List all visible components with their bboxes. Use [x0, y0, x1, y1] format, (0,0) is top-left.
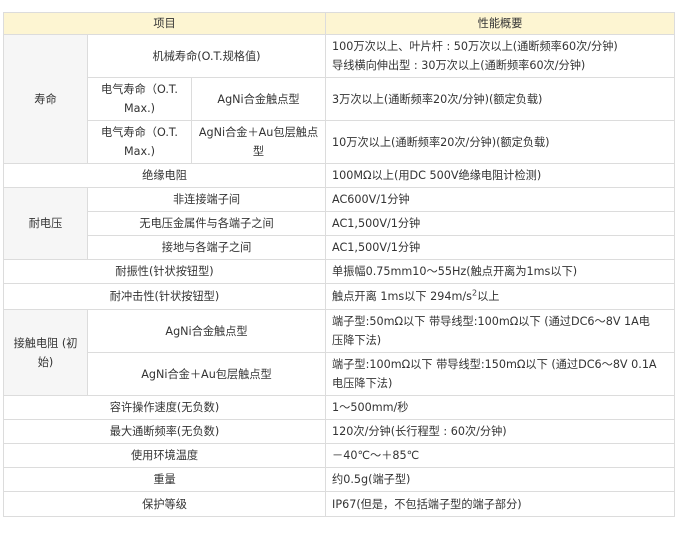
table-row: 接地与各端子之间 AC1,500V/1分钟	[4, 235, 676, 260]
mechanical-life-label: 机械寿命(O.T.规格值)	[86, 34, 327, 78]
speed-value: 1～500mm/秒	[325, 395, 676, 420]
table-row: 耐电压 非连接端子间 AC600V/1分钟	[3, 187, 676, 260]
table-row: 容许操作速度(无负数) 1～500mm/秒	[2, 395, 676, 420]
contact-resistance-agni-label: AgNi合金触点型	[86, 309, 327, 353]
withstand-value-1: AC600V/1分钟	[325, 187, 676, 212]
table-row: 绝缘电阻 100MΩ以上(用DC 500V绝缘电阻计检测)	[2, 163, 676, 188]
frequency-value: 120次/分钟(长行程型 : 60次/分钟)	[325, 419, 676, 444]
table-row: AgNi合金＋Au包层触点型 端子型:100mΩ以下 带导线型:150mΩ以下 …	[4, 352, 676, 396]
contact-resistance-group-label: 接触电阻 (初始)	[3, 309, 88, 396]
withstand-value-2: AC1,500V/1分钟	[325, 211, 676, 236]
contact-resistance-agni-line1: 端子型:50mΩ以下 带导线型:100mΩ以下 (通过DC6～8V 1A电	[332, 315, 650, 328]
table-row: 保护等级 IP67(但是，不包括端子型的端子部分)	[2, 491, 676, 517]
frequency-label: 最大通断频率(无负数)	[2, 419, 327, 444]
table-row: 使用环境温度 －40℃～＋85℃	[2, 443, 676, 468]
electrical-life-agni-value: 3万次以上(通断频率20次/分钟)(额定负载)	[325, 77, 676, 121]
mechanical-life-value: 100万次以上、叶片杆 : 50万次以上(通断频率60次/分钟) 导线横向伸出型…	[325, 34, 676, 78]
weight-label: 重量	[2, 467, 327, 492]
table-row: 无电压金属件与各端子之间 AC1,500V/1分钟	[4, 211, 676, 236]
table-row: 耐振性(针状按钮型) 单振幅0.75mm10～55Hz(触点开离为1ms以下)	[2, 259, 676, 284]
temperature-label: 使用环境温度	[2, 443, 327, 468]
mechanical-life-line1: 100万次以上、叶片杆 : 50万次以上(通断频率60次/分钟)	[332, 40, 618, 53]
contact-resistance-agni-au-label: AgNi合金＋Au包层触点型	[86, 352, 327, 396]
shock-value: 触点开离 1ms以下 294m/s2以上	[325, 283, 676, 310]
contact-resistance-agni-au-value: 端子型:100mΩ以下 带导线型:150mΩ以下 (通过DC6～8V 0.1A …	[325, 352, 676, 396]
electrical-life-label-2: 电气寿命（O.T. Max.)	[87, 120, 192, 164]
table-row: 电气寿命（O.T. Max.) AgNi合金＋Au包层触点型 10万次以上(通断…	[4, 120, 676, 164]
contact-resistance-agni-value: 端子型:50mΩ以下 带导线型:100mΩ以下 (通过DC6～8V 1A电 压降…	[325, 309, 676, 353]
life-group-label: 寿命	[3, 34, 88, 164]
shock-value-prefix: 触点开离 1ms以下 294m/s	[332, 290, 472, 303]
electrical-life-agni-au-label: AgNi合金＋Au包层触点型	[190, 120, 327, 164]
table-row: 耐冲击性(针状按钮型) 触点开离 1ms以下 294m/s2以上	[2, 283, 676, 310]
protection-label: 保护等级	[2, 491, 327, 517]
shock-label: 耐冲击性(针状按钮型)	[2, 283, 327, 310]
vibration-value: 单振幅0.75mm10～55Hz(触点开离为1ms以下)	[325, 259, 676, 284]
mechanical-life-line2: 导线横向伸出型 : 30万次以上(通断频率60次/分钟)	[332, 59, 586, 72]
insulation-label: 绝缘电阻	[2, 163, 327, 188]
withstand-label-1: 非连接端子间	[86, 187, 327, 212]
table-row: 接触电阻 (初始) AgNi合金触点型 端子型:50mΩ以下 带导线型:100m…	[3, 309, 676, 396]
header-performance: 性能概要	[325, 12, 676, 35]
contact-resistance-agni-line2: 压降下法)	[332, 334, 382, 347]
shock-value-suffix: 以上	[477, 290, 500, 303]
withstand-value-3: AC1,500V/1分钟	[325, 235, 676, 260]
header-item: 项目	[2, 12, 327, 35]
spec-page: 项目 性能概要 寿命 机械寿命(O.T.规格值) 100万次以上、叶片杆 : 5…	[0, 0, 694, 548]
table-row: 寿命 机械寿命(O.T.规格值) 100万次以上、叶片杆 : 50万次以上(通断…	[3, 34, 676, 164]
contact-resistance-agni-au-line1: 端子型:100mΩ以下 带导线型:150mΩ以下 (通过DC6～8V 0.1A	[332, 358, 657, 371]
table-row: 最大通断频率(无负数) 120次/分钟(长行程型 : 60次/分钟)	[2, 419, 676, 444]
speed-label: 容许操作速度(无负数)	[2, 395, 327, 420]
vibration-label: 耐振性(针状按钮型)	[2, 259, 327, 284]
contact-resistance-agni-au-line2: 电压降下法)	[332, 377, 393, 390]
withstand-group-label: 耐电压	[3, 187, 88, 260]
withstand-label-2: 无电压金属件与各端子之间	[86, 211, 327, 236]
withstand-label-3: 接地与各端子之间	[86, 235, 327, 260]
insulation-value: 100MΩ以上(用DC 500V绝缘电阻计检测)	[325, 163, 676, 188]
electrical-life-label-1: 电气寿命（O.T. Max.)	[87, 77, 192, 121]
protection-value: IP67(但是，不包括端子型的端子部分)	[325, 491, 676, 517]
weight-value: 约0.5g(端子型)	[325, 467, 676, 492]
table-row: 重量 约0.5g(端子型)	[2, 467, 676, 492]
electrical-life-agni-au-value: 10万次以上(通断频率20次/分钟)(额定负载)	[325, 120, 676, 164]
temperature-value: －40℃～＋85℃	[325, 443, 676, 468]
table-row: 电气寿命（O.T. Max.) AgNi合金触点型 3万次以上(通断频率20次/…	[4, 77, 676, 121]
electrical-life-agni-label: AgNi合金触点型	[190, 77, 327, 121]
table-header-row: 项目 性能概要	[2, 12, 676, 35]
spec-table: 项目 性能概要 寿命 机械寿命(O.T.规格值) 100万次以上、叶片杆 : 5…	[2, 12, 676, 517]
